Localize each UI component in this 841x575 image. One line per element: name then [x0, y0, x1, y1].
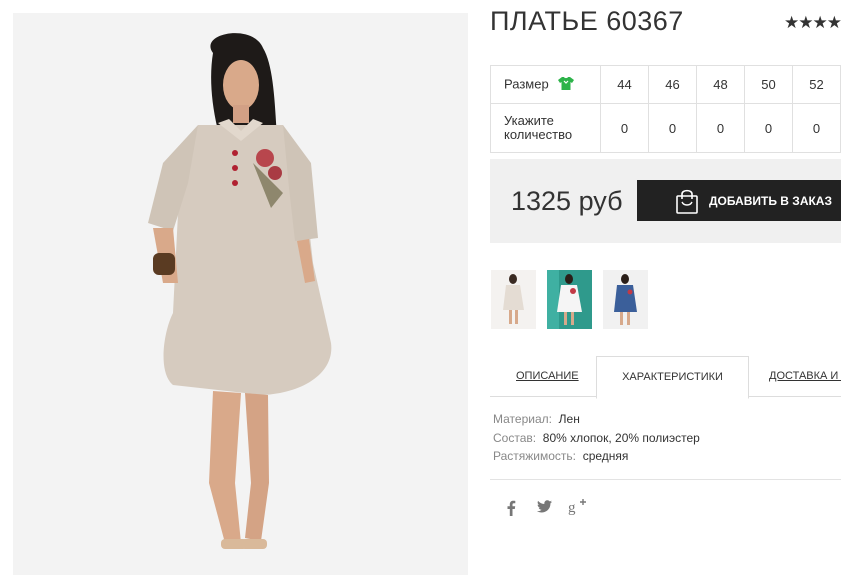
add-to-order-label: ДОБАВИТЬ В ЗАКАЗ: [709, 193, 832, 208]
rating-stars[interactable]: ★★★★: [784, 13, 841, 33]
size-row: Размер 44 46 48 50 52: [490, 65, 841, 104]
quantity-input-52[interactable]: 0: [792, 103, 841, 153]
spec-value: 80% хлопок, 20% полиэстер: [542, 430, 700, 445]
quantity-label: Укажите количество: [490, 103, 601, 153]
facebook-icon[interactable]: [506, 500, 516, 521]
tab-description-label: ОПИСАНИЕ: [516, 370, 579, 382]
tab-characteristics-label: ХАРАКТЕРИСТИКИ: [622, 371, 723, 383]
spec-key: Состав:: [493, 430, 537, 445]
twitter-icon[interactable]: [537, 500, 552, 518]
size-48: 48: [696, 65, 745, 104]
size-label: Размер: [504, 75, 549, 91]
size-50: 50: [744, 65, 793, 104]
product-tabs: ОПИСАНИЕ ХАРАКТЕРИСТИКИ ДОСТАВКА И ОПЛАТ…: [490, 356, 841, 399]
add-to-order-button[interactable]: ДОБАВИТЬ В ЗАКАЗ: [637, 180, 841, 221]
quantity-input-50[interactable]: 0: [744, 103, 793, 153]
thumbnail-white-dress[interactable]: [547, 270, 592, 329]
thumbnail-denim-dress[interactable]: [603, 270, 648, 329]
quantity-input-44[interactable]: 0: [600, 103, 649, 153]
product-price: 1325 руб: [511, 186, 623, 216]
spec-row-stretch: Растяжимость: средняя: [493, 447, 700, 466]
size-chart-shirt-icon[interactable]: [558, 76, 575, 94]
size-52: 52: [792, 65, 841, 104]
size-label-cell[interactable]: Размер: [490, 65, 601, 104]
product-characteristics: Материал: Лен Состав: 80% хлопок, 20% по…: [493, 410, 700, 466]
size-quantity-table: Размер 44 46 48 50 52 Укажите количество…: [490, 65, 841, 153]
quantity-input-48[interactable]: 0: [696, 103, 745, 153]
quantity-input-46[interactable]: 0: [648, 103, 697, 153]
spec-value: средняя: [582, 449, 629, 463]
svg-text:g: g: [568, 500, 576, 516]
price-box: 1325 руб ДОБАВИТЬ В ЗАКАЗ: [490, 159, 841, 243]
model-in-dress-illustration: [13, 13, 468, 575]
tab-delivery-label: ДОСТАВКА И ОПЛАТА: [769, 370, 841, 382]
shopping-bag-icon: [675, 188, 699, 214]
spec-row-composition: Состав: 80% хлопок, 20% полиэстер: [493, 429, 700, 448]
spec-value: Лен: [558, 412, 580, 426]
spec-key: Материал:: [493, 412, 552, 426]
spec-row-material: Материал: Лен: [493, 410, 700, 429]
tab-characteristics[interactable]: ХАРАКТЕРИСТИКИ: [596, 356, 749, 399]
google-plus-icon[interactable]: g: [568, 498, 588, 521]
size-44: 44: [600, 65, 649, 104]
tab-description[interactable]: ОПИСАНИЕ: [516, 356, 579, 396]
tab-delivery[interactable]: ДОСТАВКА И ОПЛАТА: [769, 356, 841, 396]
thumbnail-beige-dress[interactable]: [491, 270, 536, 329]
spec-key: Растяжимость:: [493, 449, 577, 463]
divider: [490, 479, 841, 480]
product-title: ПЛАТЬЕ 60367: [490, 6, 684, 36]
product-main-image[interactable]: [13, 13, 468, 575]
quantity-row: Укажите количество 0 0 0 0 0: [490, 103, 841, 153]
size-46: 46: [648, 65, 697, 104]
